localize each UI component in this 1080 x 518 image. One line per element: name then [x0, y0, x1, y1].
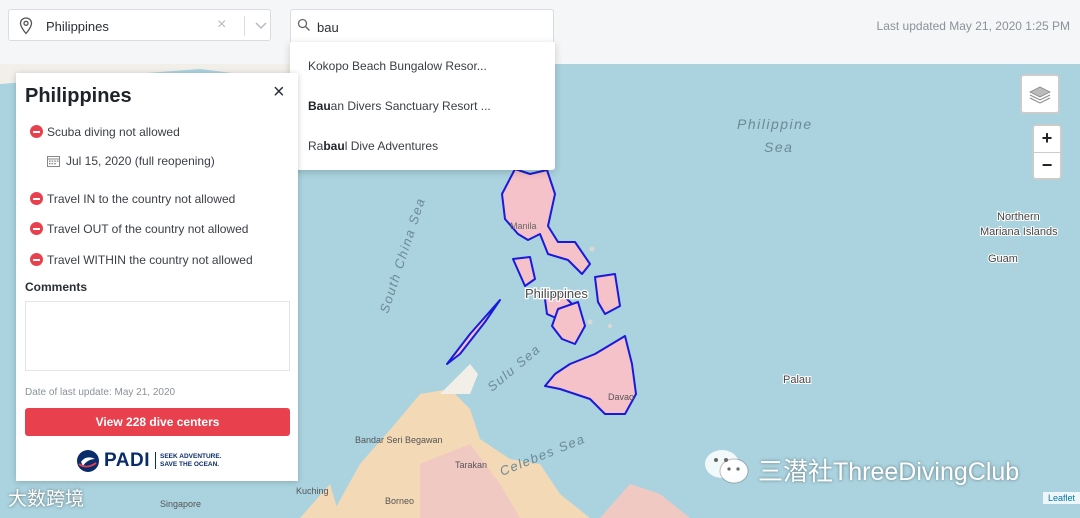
status-travel-in: Travel IN to the country not allowed — [30, 192, 235, 206]
zoom-out-button[interactable]: − — [1034, 153, 1060, 179]
status-travel-out: Travel OUT of the country not allowed — [30, 222, 248, 236]
manila-label: Manila — [510, 221, 537, 231]
bandar-label: Bandar Seri Begawan — [355, 435, 443, 445]
status-text: Travel WITHIN the country not allowed — [47, 253, 253, 267]
no-entry-icon — [30, 222, 43, 235]
sulu-sea-label: Sulu Sea — [484, 341, 543, 394]
no-entry-icon — [30, 253, 43, 266]
philippine-sea-label-2: Sea — [764, 139, 793, 155]
land-sabah — [440, 364, 478, 394]
palau-label: Palau — [783, 374, 811, 386]
tarakan-label: Tarakan — [455, 460, 487, 470]
status-scuba: Scuba diving not allowed — [30, 125, 180, 139]
padi-tagline: SEEK ADVENTURE. SAVE THE OCEAN. — [160, 453, 222, 468]
kuching-label: Kuching — [296, 486, 329, 496]
result-text: Ra — [308, 139, 324, 153]
view-dive-centers-button[interactable]: View 228 dive centers — [25, 408, 290, 436]
logo-divider — [155, 452, 156, 469]
land-sulawesi — [600, 484, 690, 518]
zoom-control: + − — [1032, 124, 1062, 180]
padi-wordmark: PADI — [104, 450, 150, 471]
search-result-item[interactable]: Bauan Divers Sanctuary Resort ... — [308, 99, 491, 113]
status-text: Travel OUT of the country not allowed — [47, 222, 249, 236]
borneo-label: Borneo — [385, 496, 414, 506]
layers-button[interactable] — [1020, 74, 1060, 114]
clear-icon[interactable]: × — [217, 16, 226, 34]
no-entry-icon — [30, 192, 43, 205]
leaflet-attribution[interactable]: Leaflet — [1042, 492, 1080, 504]
wechat-logo-icon — [702, 446, 752, 493]
search-input[interactable] — [315, 16, 539, 38]
south-china-sea-label: South China Sea — [377, 195, 429, 315]
padi-globe-icon — [77, 450, 99, 472]
status-text: Scuba diving not allowed — [47, 125, 180, 139]
search-icon — [297, 18, 311, 37]
status-travel-within: Travel WITHIN the country not allowed — [30, 253, 253, 267]
search-results-dropdown: Kokopo Beach Bungalow Resor... Bauan Div… — [290, 42, 555, 170]
guam-label: Guam — [988, 253, 1018, 265]
philippines-map-label: Philippines — [525, 286, 588, 301]
panel-title: Philippines — [25, 85, 132, 107]
search-result-item[interactable]: Rabaul Dive Adventures — [308, 139, 438, 153]
country-select-value: Philippines — [46, 19, 109, 34]
northern-mariana-label: Northern — [997, 211, 1040, 223]
country-info-panel: Philippines × Scuba diving not allowed J… — [16, 73, 298, 481]
zoom-in-button[interactable]: + — [1034, 126, 1060, 153]
result-text: an Divers Sanctuary Resort ... — [330, 99, 491, 113]
search-box[interactable] — [290, 9, 554, 42]
date-of-last-update: Date of last update: May 21, 2020 — [25, 387, 176, 398]
last-updated-text: Last updated May 21, 2020 1:25 PM — [876, 19, 1070, 33]
search-result-item[interactable]: Kokopo Beach Bungalow Resor... — [308, 59, 487, 73]
layers-icon — [1029, 86, 1051, 104]
singapore-label: Singapore — [160, 499, 201, 509]
close-icon[interactable]: × — [273, 81, 285, 104]
watermark-text: 三潜社ThreeDivingClub — [758, 458, 1020, 486]
philippine-sea-label: Philippine — [737, 116, 813, 132]
calendar-icon — [47, 155, 60, 170]
reopen-date: Jul 15, 2020 (full reopening) — [47, 154, 215, 170]
result-match: bau — [323, 139, 345, 153]
result-text: Kokopo Beach Bungalow Resor... — [308, 59, 487, 73]
comments-label: Comments — [25, 280, 88, 294]
northern-mariana-label-2: Mariana Islands — [980, 226, 1058, 238]
corner-watermark: 大数跨境 — [8, 489, 85, 510]
status-text: Travel IN to the country not allowed — [47, 192, 236, 206]
select-separator — [244, 16, 245, 36]
padi-logo: PADI SEEK ADVENTURE. SAVE THE OCEAN. — [76, 449, 246, 473]
reopen-date-text: Jul 15, 2020 (full reopening) — [66, 154, 215, 168]
no-entry-icon — [30, 125, 43, 138]
davao-label: Davao — [608, 392, 634, 402]
country-select[interactable]: Philippines × — [8, 9, 271, 41]
chevron-down-icon[interactable] — [254, 18, 268, 37]
result-match: Bau — [308, 99, 331, 113]
location-pin-icon — [19, 17, 33, 40]
comments-box — [25, 301, 290, 371]
result-text: l Dive Adventures — [344, 139, 439, 153]
